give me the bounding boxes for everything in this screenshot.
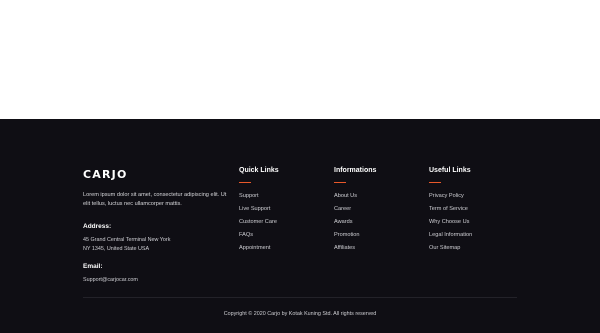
link-customer-care[interactable]: Customer Care [239, 219, 279, 225]
footer-column-quick-links: Quick Links Support Live Support Custome… [239, 167, 279, 258]
link-faqs[interactable]: FAQs [239, 232, 279, 238]
link-why-choose-us[interactable]: Why Choose Us [429, 219, 472, 225]
footer-column-informations: Informations About Us Career Awards Prom… [334, 167, 376, 258]
quick-links-list: Support Live Support Customer Care FAQs … [239, 193, 279, 251]
footer-column-useful-links: Useful Links Privacy Policy Term of Serv… [429, 167, 472, 258]
link-live-support[interactable]: Live Support [239, 206, 279, 212]
footer-logo[interactable]: CARJO [83, 168, 128, 181]
accent-underline [429, 182, 441, 183]
useful-links-list: Privacy Policy Term of Service Why Choos… [429, 193, 472, 251]
site-footer: CARJO Lorem ipsum dolor sit amet, consec… [0, 119, 600, 333]
address-text: 45 Grand Central Terminal New York NY 13… [83, 236, 193, 254]
address-line-1: 45 Grand Central Terminal New York [83, 237, 171, 243]
page-content-area [0, 0, 600, 119]
link-career[interactable]: Career [334, 206, 376, 212]
link-about-us[interactable]: About Us [334, 193, 376, 199]
link-legal-information[interactable]: Legal Information [429, 232, 472, 238]
column-title-useful-links: Useful Links [429, 167, 471, 174]
email-link[interactable]: Support@carjocar.com [83, 277, 138, 283]
footer-description: Lorem ipsum dolor sit amet, consectetur … [83, 192, 227, 207]
informations-list: About Us Career Awards Promotion Affilia… [334, 193, 376, 251]
address-label: Address: [83, 223, 112, 230]
link-term-of-service[interactable]: Term of Service [429, 206, 472, 212]
link-appointment[interactable]: Appointment [239, 245, 279, 251]
email-label: Email: [83, 263, 103, 270]
copyright-text: Copyright © 2020 Carjo by Kotak Kuning S… [223, 311, 377, 317]
link-privacy-policy[interactable]: Privacy Policy [429, 193, 472, 199]
column-title-informations: Informations [334, 167, 377, 174]
link-support[interactable]: Support [239, 193, 279, 199]
link-our-sitemap[interactable]: Our Sitemap [429, 245, 472, 251]
accent-underline [334, 182, 346, 183]
accent-underline [239, 182, 251, 183]
column-title-quick-links: Quick Links [239, 167, 279, 174]
link-promotion[interactable]: Promotion [334, 232, 376, 238]
link-awards[interactable]: Awards [334, 219, 376, 225]
address-line-2: NY 1345, United State USA [83, 246, 150, 252]
footer-divider [83, 297, 517, 298]
link-affiliates[interactable]: Affiliates [334, 245, 376, 251]
